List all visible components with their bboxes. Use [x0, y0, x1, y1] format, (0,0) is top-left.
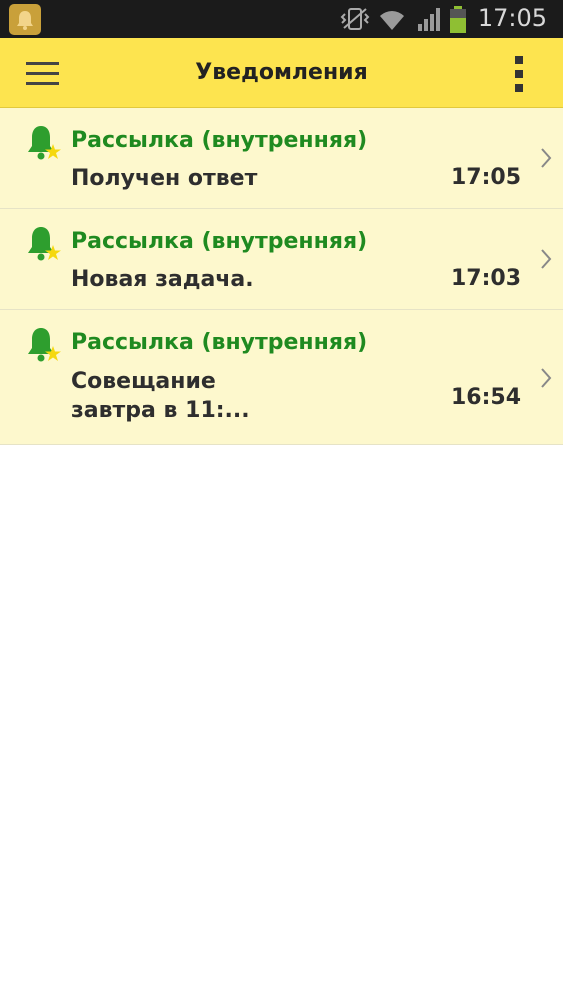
notification-text: Получен ответ: [71, 166, 258, 191]
notification-sender: Рассылка (внутренняя): [71, 128, 368, 153]
notification-time: 17:03: [450, 266, 521, 291]
list-item[interactable]: Рассылка (внутренняя) Новая задача. 17:0…: [0, 209, 563, 310]
chevron-right-icon: [541, 148, 552, 168]
app-notification-icon: [9, 4, 41, 35]
status-bar: 17:05: [0, 0, 563, 38]
app-bar: Уведомления: [0, 38, 563, 108]
more-vertical-icon[interactable]: [509, 54, 529, 94]
list-item[interactable]: Рассылка (внутренняя) Получен ответ 17:0…: [0, 108, 563, 209]
notification-sender: Рассылка (внутренняя): [71, 229, 368, 254]
notifications-list: Рассылка (внутренняя) Получен ответ 17:0…: [0, 108, 563, 445]
signal-icon: [416, 6, 444, 36]
notification-text: Новая задача.: [71, 267, 254, 292]
bell-star-icon: [28, 328, 61, 362]
chevron-right-icon: [541, 249, 552, 269]
status-time: 17:05: [477, 4, 547, 32]
page-title: Уведомления: [195, 60, 368, 85]
notification-time: 17:05: [450, 165, 521, 190]
vibrate-icon: [340, 6, 370, 36]
notification-text: Совещание завтра в 11:...: [71, 369, 250, 423]
wifi-icon: [378, 6, 406, 36]
list-item[interactable]: Рассылка (внутренняя) Совещание завтра в…: [0, 310, 563, 445]
bell-star-icon: [28, 126, 61, 160]
battery-icon: [448, 6, 468, 38]
notification-time: 16:54: [450, 385, 521, 410]
bell-star-icon: [28, 227, 61, 261]
chevron-right-icon: [541, 368, 552, 388]
notification-sender: Рассылка (внутренняя): [71, 330, 368, 355]
